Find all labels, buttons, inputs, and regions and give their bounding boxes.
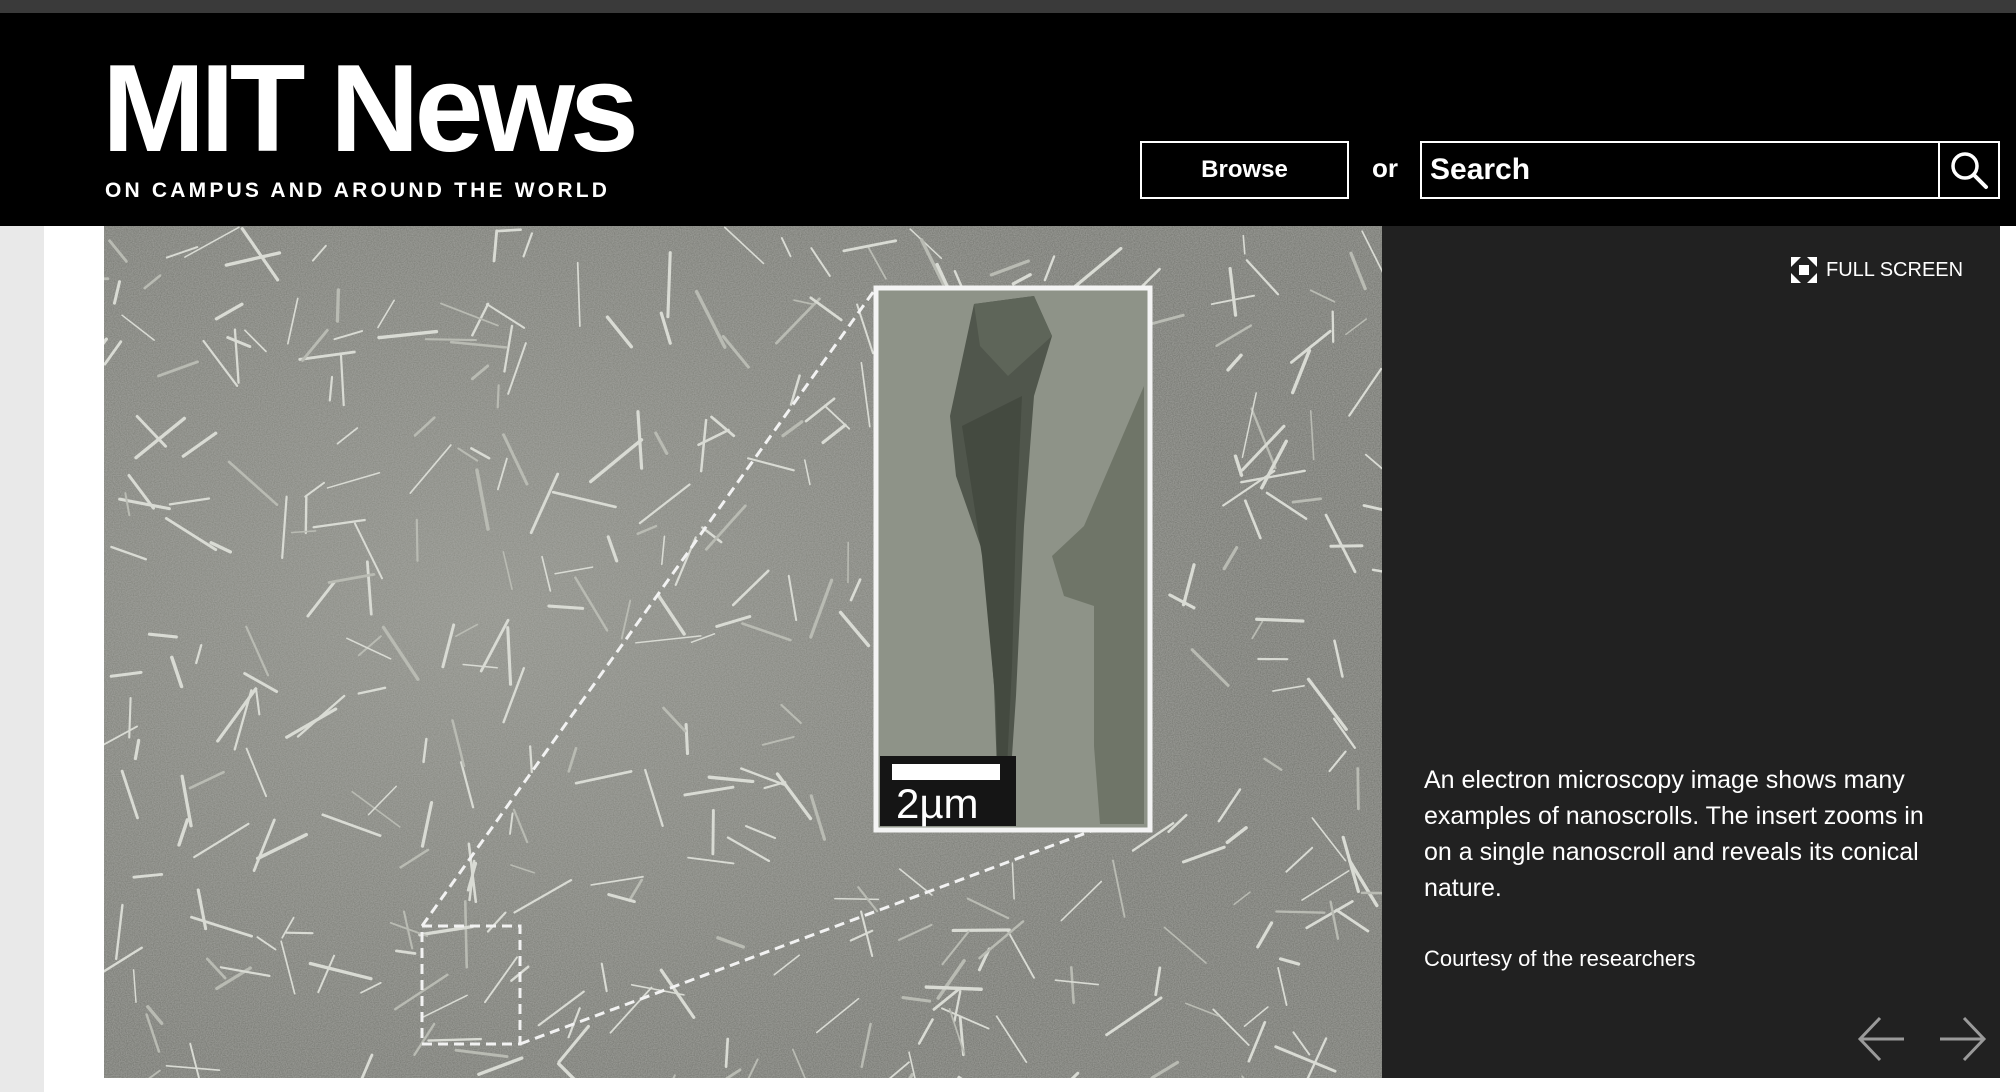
browse-button[interactable]: Browse xyxy=(1140,141,1349,199)
arrow-left-icon[interactable] xyxy=(1856,1014,1908,1064)
image-credit: Courtesy of the researchers xyxy=(1424,946,1696,971)
image-slideshow: 2µm FULL SCREEN An electron microscopy i… xyxy=(104,226,2000,1078)
site-tagline: ON CAMPUS AND AROUND THE WORLD xyxy=(105,179,611,202)
site-logo[interactable]: MIT News xyxy=(102,47,639,171)
inset-image: 2µm xyxy=(873,285,1153,833)
fullscreen-icon xyxy=(1791,257,1817,283)
arrow-right-icon[interactable] xyxy=(1936,1014,1988,1064)
fullscreen-label: FULL SCREEN xyxy=(1826,258,1964,281)
slideshow-image: 2µm xyxy=(104,226,1382,1078)
search-icon xyxy=(1951,152,1988,189)
scale-bar-label: 2µm xyxy=(896,780,979,827)
search-button[interactable] xyxy=(1938,141,2000,199)
fullscreen-button[interactable]: FULL SCREEN xyxy=(1790,256,1963,284)
search-input[interactable] xyxy=(1420,141,1940,199)
site-header: MIT News ON CAMPUS AND AROUND THE WORLD … xyxy=(0,13,2016,226)
image-caption: An electron microscopy image shows many … xyxy=(1424,766,1924,902)
caption-panel: FULL SCREEN An electron microscopy image… xyxy=(1382,226,2000,1078)
browser-top-strip xyxy=(0,0,2016,13)
or-label: or xyxy=(1372,153,1398,183)
page-left-gutter xyxy=(0,226,44,1092)
